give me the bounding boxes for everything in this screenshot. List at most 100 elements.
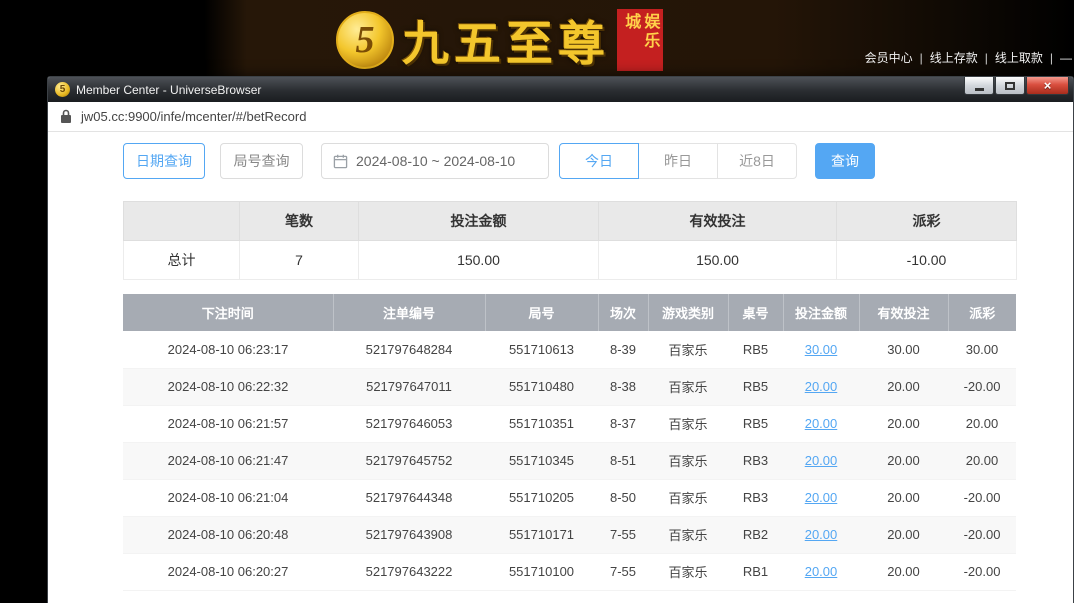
brand-badge: 娱乐城 bbox=[617, 9, 663, 71]
bet-record-row: 2024-08-10 06:20:27 521797643222 5517101… bbox=[123, 553, 1016, 590]
bet-id-cell: 521797646053 bbox=[333, 405, 485, 442]
header-bet-amount: 投注金额 bbox=[783, 294, 859, 331]
yesterday-tab[interactable]: 昨日 bbox=[638, 143, 718, 179]
bet-table-body: 2024-08-10 06:23:17 521797648284 5517106… bbox=[123, 331, 1016, 590]
payout-cell: -20.00 bbox=[948, 516, 1016, 553]
search-button[interactable]: 查询 bbox=[815, 143, 875, 179]
minimize-button[interactable] bbox=[964, 77, 994, 95]
last-8-days-tab[interactable]: 近8日 bbox=[717, 143, 797, 179]
bet-time-cell: 2024-08-10 06:20:48 bbox=[123, 516, 333, 553]
valid-bet-cell: 20.00 bbox=[859, 405, 948, 442]
valid-bet-cell: 20.00 bbox=[859, 442, 948, 479]
session-cell: 7-55 bbox=[598, 516, 648, 553]
date-range-input[interactable]: 2024-08-10 ~ 2024-08-10 bbox=[321, 143, 549, 179]
bet-amount-link[interactable]: 20.00 bbox=[805, 416, 838, 431]
bet-time-cell: 2024-08-10 06:21:04 bbox=[123, 479, 333, 516]
round-cell: 551710351 bbox=[485, 405, 598, 442]
site-header: 5 九五至尊 娱乐城 会员中心 | 线上存款 | 线上取款 | — bbox=[0, 0, 1074, 76]
summary-header-count: 笔数 bbox=[240, 202, 359, 241]
payout-cell: -20.00 bbox=[948, 553, 1016, 590]
table-no-cell: RB3 bbox=[728, 479, 783, 516]
bet-time-cell: 2024-08-10 06:23:17 bbox=[123, 331, 333, 368]
top-nav: 会员中心 | 线上存款 | 线上取款 | — bbox=[865, 49, 1072, 66]
date-query-button[interactable]: 日期查询 bbox=[123, 143, 205, 179]
bet-amount-link[interactable]: 20.00 bbox=[805, 379, 838, 394]
game-type-cell: 百家乐 bbox=[648, 516, 728, 553]
bet-record-row: 2024-08-10 06:22:32 521797647011 5517104… bbox=[123, 368, 1016, 405]
session-cell: 8-51 bbox=[598, 442, 648, 479]
round-cell: 551710345 bbox=[485, 442, 598, 479]
bet-time-cell: 2024-08-10 06:21:57 bbox=[123, 405, 333, 442]
bet-table-header-row: 下注时间 注单编号 局号 场次 游戏类别 桌号 投注金额 有效投注 派彩 bbox=[123, 294, 1016, 331]
game-type-cell: 百家乐 bbox=[648, 331, 728, 368]
brand-name: 九五至尊 bbox=[402, 5, 610, 74]
today-tab[interactable]: 今日 bbox=[559, 143, 639, 179]
table-no-cell: RB5 bbox=[728, 368, 783, 405]
bet-id-cell: 521797644348 bbox=[333, 479, 485, 516]
header-round: 局号 bbox=[485, 294, 598, 331]
game-type-cell: 百家乐 bbox=[648, 405, 728, 442]
round-cell: 551710205 bbox=[485, 479, 598, 516]
nav-separator: | bbox=[920, 51, 923, 65]
round-cell: 551710171 bbox=[485, 516, 598, 553]
nav-separator: | bbox=[1050, 51, 1053, 65]
payout-cell: 20.00 bbox=[948, 442, 1016, 479]
bet-amount-link[interactable]: 20.00 bbox=[805, 453, 838, 468]
lock-icon bbox=[60, 109, 72, 124]
round-cell: 551710613 bbox=[485, 331, 598, 368]
valid-bet-cell: 20.00 bbox=[859, 553, 948, 590]
bet-time-cell: 2024-08-10 06:22:32 bbox=[123, 368, 333, 405]
summary-total-row: 总计 7 150.00 150.00 -10.00 bbox=[124, 241, 1017, 280]
bet-amount-link[interactable]: 20.00 bbox=[805, 564, 838, 579]
header-bet-time: 下注时间 bbox=[123, 294, 333, 331]
browser-favicon-icon: 5 bbox=[55, 82, 70, 97]
valid-bet-cell: 30.00 bbox=[859, 331, 948, 368]
bet-amount-cell: 20.00 bbox=[783, 368, 859, 405]
summary-bet-amount: 150.00 bbox=[359, 241, 599, 280]
close-button[interactable]: × bbox=[1026, 77, 1069, 95]
address-bar[interactable]: jw05.cc:9900/infe/mcenter/#/betRecord bbox=[48, 102, 1073, 132]
bet-time-cell: 2024-08-10 06:20:27 bbox=[123, 553, 333, 590]
session-cell: 8-50 bbox=[598, 479, 648, 516]
window-titlebar: 5 Member Center - UniverseBrowser × bbox=[48, 77, 1073, 102]
bet-id-cell: 521797647011 bbox=[333, 368, 485, 405]
round-cell: 551710100 bbox=[485, 553, 598, 590]
header-session: 场次 bbox=[598, 294, 648, 331]
header-table-no: 桌号 bbox=[728, 294, 783, 331]
summary-header-blank bbox=[124, 202, 240, 241]
bet-amount-link[interactable]: 30.00 bbox=[805, 342, 838, 357]
bet-id-cell: 521797643222 bbox=[333, 553, 485, 590]
bet-id-cell: 521797643908 bbox=[333, 516, 485, 553]
bet-amount-link[interactable]: 20.00 bbox=[805, 527, 838, 542]
bet-id-cell: 521797648284 bbox=[333, 331, 485, 368]
bet-record-row: 2024-08-10 06:21:57 521797646053 5517103… bbox=[123, 405, 1016, 442]
summary-table: 笔数 投注金额 有效投注 派彩 总计 7 150.00 150.00 -10.0… bbox=[123, 201, 1017, 280]
date-shortcut-group: 今日 昨日 近8日 bbox=[559, 143, 797, 179]
maximize-button[interactable] bbox=[995, 77, 1025, 95]
bet-amount-cell: 20.00 bbox=[783, 405, 859, 442]
site-brand: 5 九五至尊 娱乐城 bbox=[336, 5, 663, 74]
round-cell: 551710480 bbox=[485, 368, 598, 405]
nav-truncated-item[interactable]: — bbox=[1060, 51, 1072, 65]
nav-member-center[interactable]: 会员中心 bbox=[865, 49, 913, 66]
bet-amount-link[interactable]: 20.00 bbox=[805, 490, 838, 505]
bet-amount-cell: 20.00 bbox=[783, 442, 859, 479]
payout-cell: 30.00 bbox=[948, 331, 1016, 368]
header-valid-bet: 有效投注 bbox=[859, 294, 948, 331]
session-cell: 8-38 bbox=[598, 368, 648, 405]
bet-amount-cell: 20.00 bbox=[783, 479, 859, 516]
session-cell: 8-39 bbox=[598, 331, 648, 368]
bet-amount-cell: 20.00 bbox=[783, 553, 859, 590]
nav-online-deposit[interactable]: 线上存款 bbox=[930, 49, 978, 66]
session-cell: 7-55 bbox=[598, 553, 648, 590]
nav-online-withdraw[interactable]: 线上取款 bbox=[995, 49, 1043, 66]
round-query-button[interactable]: 局号查询 bbox=[220, 143, 303, 179]
bet-amount-cell: 30.00 bbox=[783, 331, 859, 368]
payout-cell: -20.00 bbox=[948, 368, 1016, 405]
table-no-cell: RB5 bbox=[728, 405, 783, 442]
url-text: jw05.cc:9900/infe/mcenter/#/betRecord bbox=[81, 109, 306, 124]
game-type-cell: 百家乐 bbox=[648, 553, 728, 590]
bet-record-row: 2024-08-10 06:23:17 521797648284 5517106… bbox=[123, 331, 1016, 368]
game-type-cell: 百家乐 bbox=[648, 479, 728, 516]
bet-time-cell: 2024-08-10 06:21:47 bbox=[123, 442, 333, 479]
